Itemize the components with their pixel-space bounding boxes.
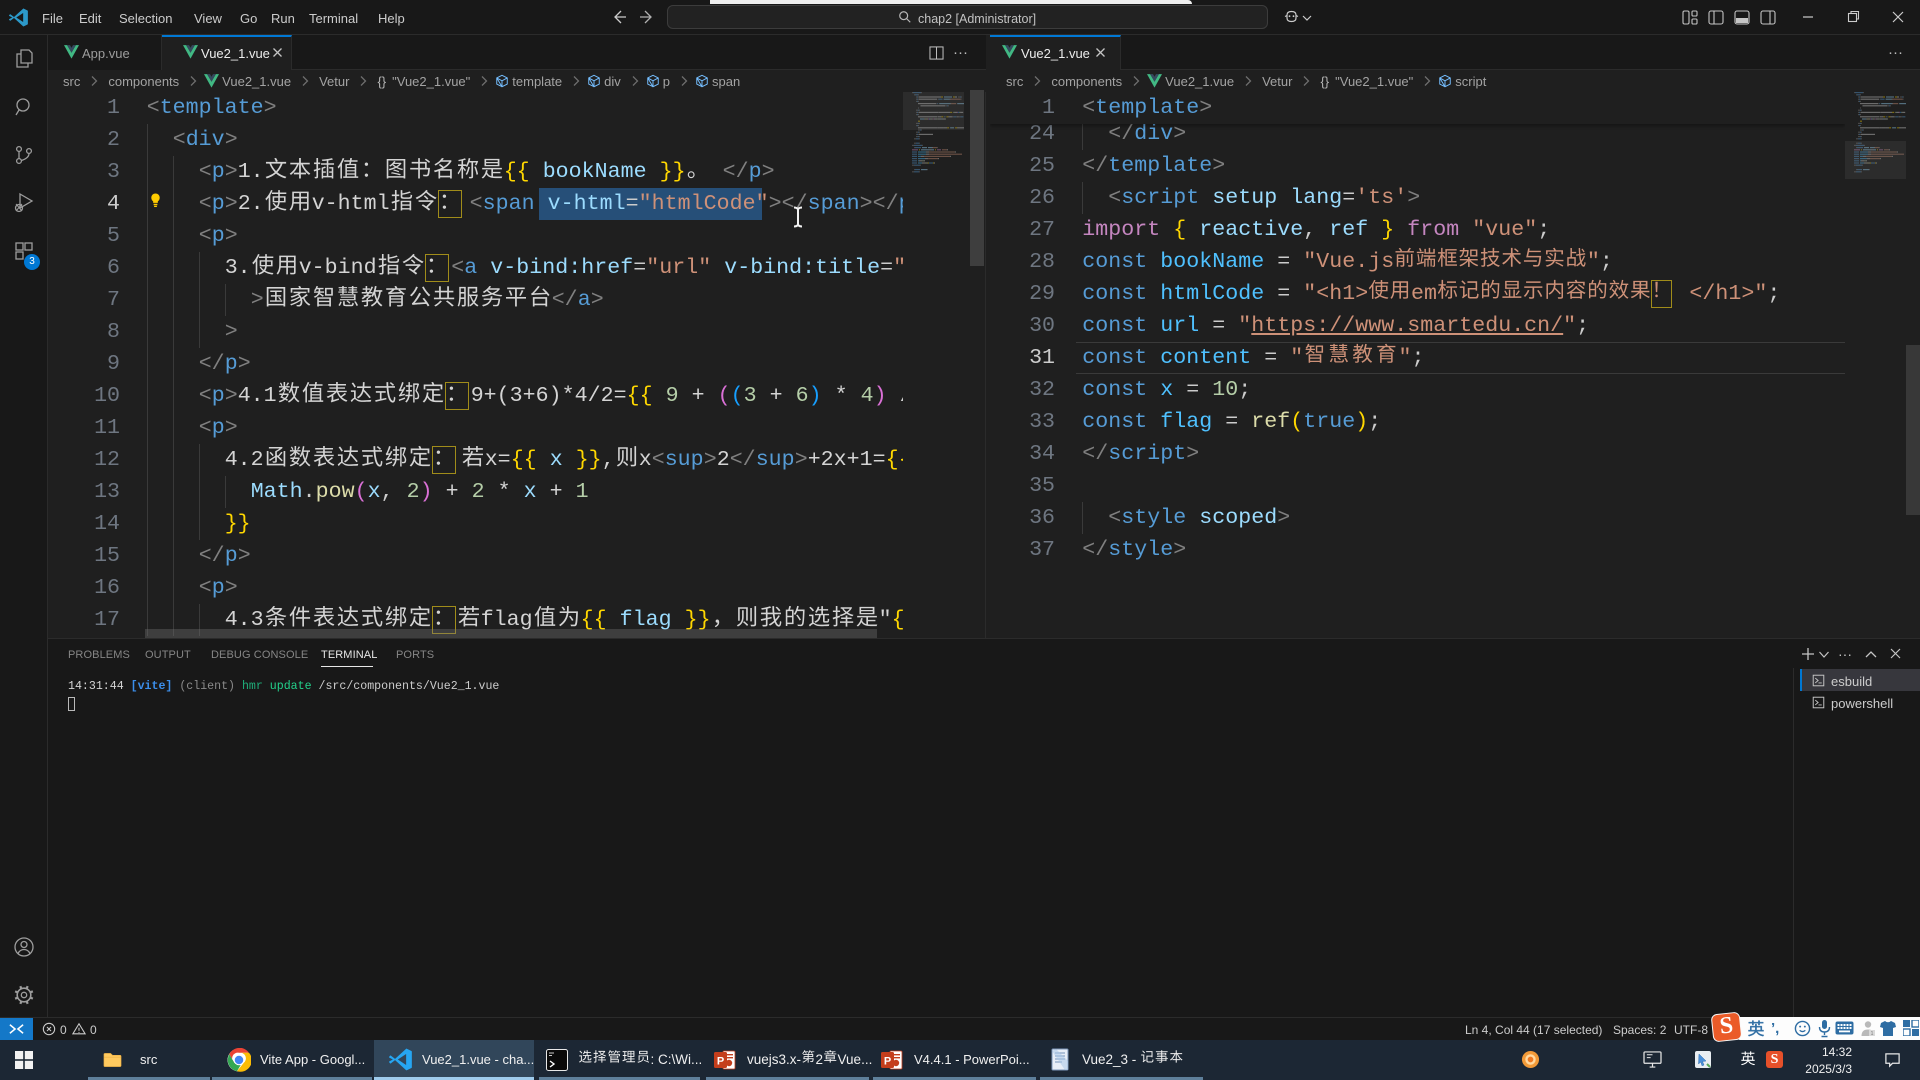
svg-text:P: P [884, 1056, 891, 1068]
svg-text:P: P [717, 1056, 724, 1068]
svg-text:1: 1 [1871, 1031, 1874, 1037]
